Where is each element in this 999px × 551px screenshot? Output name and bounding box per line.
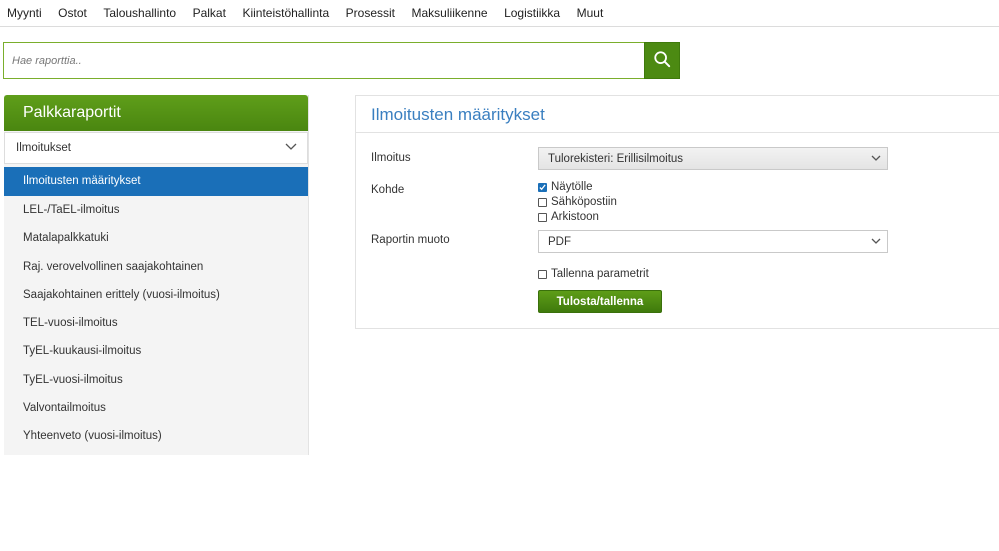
nav-item[interactable]: Ostot (58, 6, 87, 20)
nav-item[interactable]: Prosessit (346, 6, 395, 20)
chevron-down-icon (285, 142, 297, 154)
nav-item[interactable]: Maksuliikenne (412, 6, 488, 20)
kohde-checkbox[interactable]: Sähköpostiin (538, 196, 617, 208)
sidebar-item[interactable]: LEL-/TaEL-ilmoitus (4, 196, 308, 224)
kohde-option-label: Sähköpostiin (551, 196, 617, 208)
kohde-option-label: Arkistoon (551, 211, 599, 223)
top-navigation: Myynti Ostot Taloushallinto Palkat Kiinteist… (0, 0, 999, 27)
ilmoitus-value: Tulorekisteri: Erillisilmoitus (548, 152, 684, 165)
ilmoitus-select[interactable]: Tulorekisteri: Erillisilmoitus (538, 147, 888, 170)
sidebar: Palkkaraportit Ilmoitukset Ilmoitusten m… (4, 95, 309, 455)
nav-item[interactable]: Muut (577, 6, 604, 20)
report-category-value: Ilmoitukset (16, 142, 71, 154)
sidebar-item[interactable]: TEL-vuosi-ilmoitus (4, 309, 308, 337)
settings-panel: Ilmoitusten määritykset Ilmoitus Tulorek… (355, 95, 999, 329)
nav-item[interactable]: Myynti (7, 6, 42, 20)
nav-item[interactable]: Kiinteistöhallinta (242, 6, 329, 20)
save-params-label: Tallenna parametrit (551, 268, 649, 280)
sidebar-item[interactable]: Valvontailmoitus (4, 394, 308, 422)
nav-item[interactable]: Taloushallinto (103, 6, 176, 20)
sidebar-item[interactable]: Ilmoitusten määritykset (4, 167, 308, 196)
report-category-select[interactable]: Ilmoitukset (4, 132, 308, 164)
report-search (3, 42, 680, 79)
sidebar-title: Palkkaraportit (4, 95, 308, 131)
ilmoitus-label: Ilmoitus (371, 152, 411, 164)
search-button[interactable] (644, 42, 680, 79)
muoto-value: PDF (548, 235, 571, 248)
save-params-checkbox[interactable]: Tallenna parametrit (538, 268, 649, 280)
report-list: Ilmoitusten määritykset LEL-/TaEL-ilmoitu… (4, 167, 308, 451)
top-menu: Myynti Ostot Taloushallinto Palkat Kiinteist… (0, 0, 999, 26)
chevron-down-icon (871, 153, 881, 165)
nav-item[interactable]: Logistiikka (504, 6, 560, 20)
sidebar-item[interactable]: Raj. verovelvollinen saajakohtainen (4, 253, 308, 281)
chevron-down-icon (871, 236, 881, 248)
checkbox-box[interactable] (538, 182, 547, 192)
kohde-label: Kohde (371, 184, 405, 196)
panel-title: Ilmoitusten määritykset (356, 96, 999, 133)
sidebar-item[interactable]: TyEL-vuosi-ilmoitus (4, 366, 308, 394)
search-input[interactable] (3, 42, 644, 79)
print-save-button[interactable]: Tulosta/tallenna (538, 290, 662, 313)
sidebar-item[interactable]: Matalapalkkatuki (4, 224, 308, 252)
checkbox-box[interactable] (538, 212, 547, 222)
checkbox-box[interactable] (538, 269, 547, 279)
kohde-checkbox[interactable]: Arkistoon (538, 211, 599, 223)
sidebar-item[interactable]: Yhteenveto (vuosi-ilmoitus) (4, 422, 308, 450)
search-icon (653, 50, 671, 71)
muoto-select[interactable]: PDF (538, 230, 888, 253)
nav-item[interactable]: Palkat (193, 6, 226, 20)
sidebar-item[interactable]: TyEL-kuukausi-ilmoitus (4, 337, 308, 365)
checkbox-box[interactable] (538, 197, 547, 207)
kohde-option-label: Näytölle (551, 181, 593, 193)
kohde-checkbox[interactable]: Näytölle (538, 181, 593, 193)
muoto-label: Raportin muoto (371, 234, 450, 246)
sidebar-item[interactable]: Saajakohtainen erittely (vuosi-ilmoitus) (4, 281, 308, 309)
